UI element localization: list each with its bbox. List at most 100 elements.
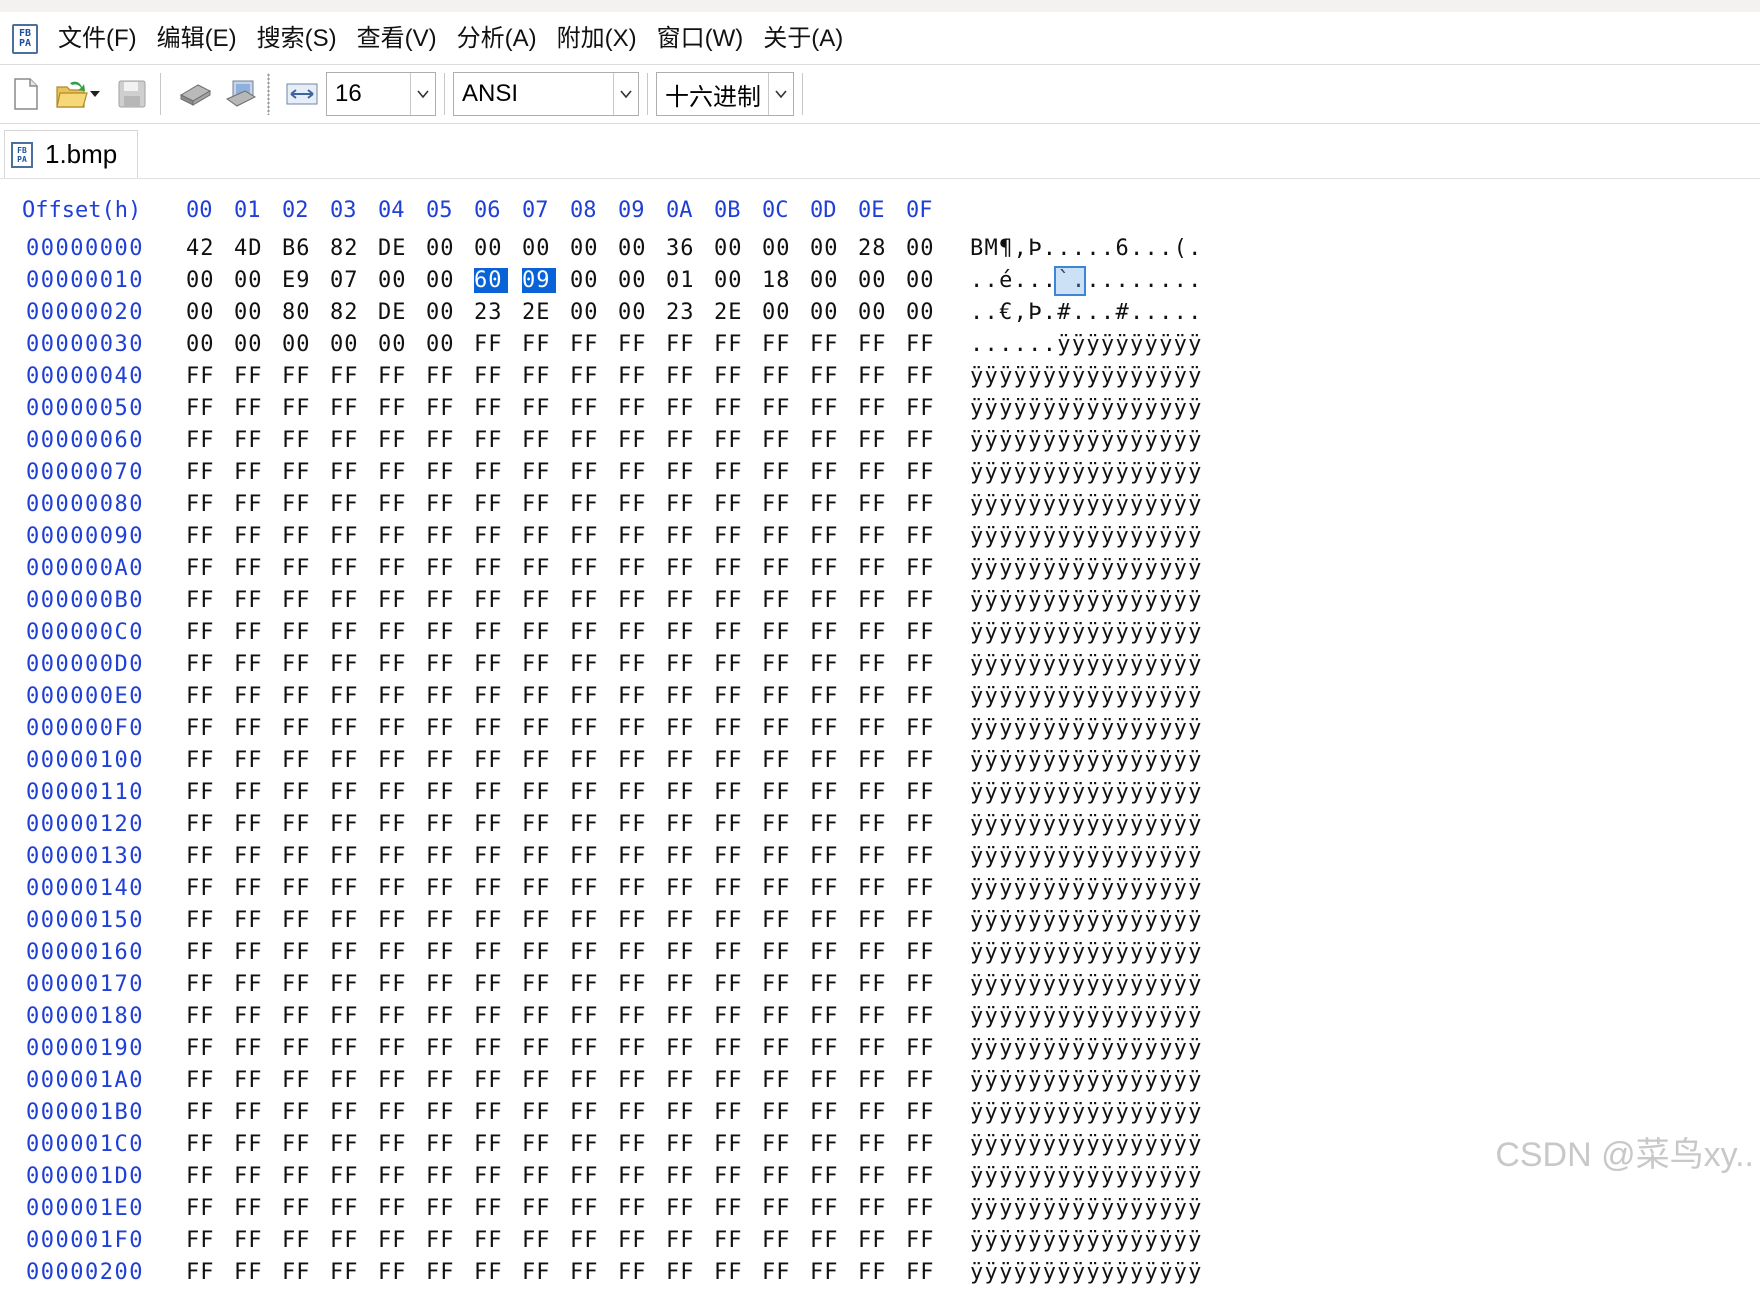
hex-byte[interactable]: FF xyxy=(378,556,412,581)
hex-byte[interactable]: FF xyxy=(570,748,604,773)
hex-byte[interactable]: FF xyxy=(858,620,892,645)
hex-byte[interactable]: FF xyxy=(762,556,796,581)
hex-byte[interactable]: FF xyxy=(234,812,268,837)
hex-byte[interactable]: FF xyxy=(666,716,700,741)
hex-byte[interactable]: FF xyxy=(282,396,316,421)
hex-byte[interactable]: 00 xyxy=(234,268,268,293)
hex-byte[interactable]: FF xyxy=(906,780,940,805)
hex-byte[interactable]: FF xyxy=(714,876,748,901)
hex-byte[interactable]: FF xyxy=(474,876,508,901)
hex-byte[interactable]: FF xyxy=(810,1004,844,1029)
hex-byte[interactable]: FF xyxy=(666,844,700,869)
hex-byte[interactable]: FF xyxy=(282,684,316,709)
hex-byte[interactable]: FF xyxy=(522,1164,556,1189)
hex-byte[interactable]: FF xyxy=(186,748,220,773)
hex-byte[interactable]: FF xyxy=(234,428,268,453)
ascii-text[interactable]: ÿÿÿÿÿÿÿÿÿÿÿÿÿÿÿÿ xyxy=(970,1100,1203,1125)
hex-byte[interactable]: FF xyxy=(714,1036,748,1061)
hex-byte[interactable]: FF xyxy=(618,1228,652,1253)
hex-byte[interactable]: FF xyxy=(426,1164,460,1189)
hex-byte[interactable]: FF xyxy=(618,1004,652,1029)
hex-byte[interactable]: FF xyxy=(858,812,892,837)
hex-byte[interactable]: FF xyxy=(474,972,508,997)
menu-analysis[interactable]: 分析(A) xyxy=(447,19,547,59)
menu-window[interactable]: 窗口(W) xyxy=(647,19,754,59)
hex-byte[interactable]: FF xyxy=(762,972,796,997)
hex-byte[interactable]: FF xyxy=(714,1068,748,1093)
hex-byte[interactable]: FF xyxy=(618,940,652,965)
hex-byte[interactable]: FF xyxy=(378,1164,412,1189)
hex-byte[interactable]: FF xyxy=(378,908,412,933)
hex-byte[interactable]: FF xyxy=(234,940,268,965)
hex-byte[interactable]: FF xyxy=(378,780,412,805)
ascii-text[interactable]: ÿÿÿÿÿÿÿÿÿÿÿÿÿÿÿÿ xyxy=(970,652,1203,677)
hex-byte[interactable]: 00 xyxy=(858,268,892,293)
hex-byte[interactable]: FF xyxy=(714,332,748,357)
encoding-select[interactable]: ANSI xyxy=(453,72,639,116)
hex-byte[interactable]: FF xyxy=(426,780,460,805)
hex-byte[interactable]: FF xyxy=(666,1228,700,1253)
hex-byte[interactable]: FF xyxy=(330,1260,364,1285)
hex-byte[interactable]: FF xyxy=(282,972,316,997)
ascii-text[interactable]: ÿÿÿÿÿÿÿÿÿÿÿÿÿÿÿÿ xyxy=(970,460,1203,485)
hex-byte[interactable]: FF xyxy=(666,620,700,645)
hex-byte[interactable]: FF xyxy=(810,460,844,485)
hex-byte[interactable]: FF xyxy=(234,748,268,773)
hex-byte[interactable]: FF xyxy=(858,428,892,453)
hex-byte[interactable]: FF xyxy=(282,812,316,837)
hex-byte[interactable]: FF xyxy=(426,556,460,581)
hex-byte[interactable]: FF xyxy=(666,1004,700,1029)
hex-byte[interactable]: FF xyxy=(666,748,700,773)
hex-byte[interactable]: FF xyxy=(330,684,364,709)
hex-byte[interactable]: FF xyxy=(810,1100,844,1125)
hex-byte[interactable]: FF xyxy=(714,524,748,549)
hex-byte[interactable]: FF xyxy=(522,492,556,517)
hex-byte[interactable]: FF xyxy=(186,1068,220,1093)
hex-byte[interactable]: FF xyxy=(762,620,796,645)
hex-byte[interactable]: FF xyxy=(186,844,220,869)
hex-byte[interactable]: FF xyxy=(666,1260,700,1285)
hex-byte[interactable]: FF xyxy=(234,460,268,485)
hex-byte[interactable]: FF xyxy=(618,492,652,517)
hex-byte[interactable]: FF xyxy=(426,812,460,837)
hex-byte[interactable]: FF xyxy=(906,1036,940,1061)
hex-byte[interactable]: FF xyxy=(570,1036,604,1061)
hex-byte[interactable]: FF xyxy=(330,908,364,933)
hex-byte[interactable]: FF xyxy=(522,1196,556,1221)
hex-byte[interactable]: FF xyxy=(666,588,700,613)
hex-byte[interactable]: FF xyxy=(234,908,268,933)
hex-byte[interactable]: FF xyxy=(378,492,412,517)
hex-byte[interactable]: FF xyxy=(858,492,892,517)
hex-byte[interactable]: FF xyxy=(234,1196,268,1221)
hex-byte[interactable]: FF xyxy=(906,556,940,581)
hex-byte[interactable]: FF xyxy=(906,652,940,677)
hex-byte[interactable]: FF xyxy=(426,1260,460,1285)
hex-byte[interactable]: FF xyxy=(234,1164,268,1189)
menu-edit[interactable]: 编辑(E) xyxy=(147,19,247,59)
hex-byte[interactable]: 00 xyxy=(714,268,748,293)
ascii-text[interactable]: ÿÿÿÿÿÿÿÿÿÿÿÿÿÿÿÿ xyxy=(970,812,1203,837)
hex-byte[interactable]: FF xyxy=(906,716,940,741)
hex-byte[interactable]: FF xyxy=(714,1164,748,1189)
ascii-text[interactable]: ÿÿÿÿÿÿÿÿÿÿÿÿÿÿÿÿ xyxy=(970,1228,1203,1253)
hex-byte[interactable]: FF xyxy=(234,1036,268,1061)
hex-byte[interactable]: FF xyxy=(522,460,556,485)
hex-byte[interactable]: FF xyxy=(186,364,220,389)
hex-byte[interactable]: FF xyxy=(810,1036,844,1061)
hex-byte[interactable]: FF xyxy=(666,1164,700,1189)
hex-byte[interactable]: FF xyxy=(858,588,892,613)
hex-byte[interactable]: FF xyxy=(570,1164,604,1189)
hex-byte[interactable]: 00 xyxy=(906,236,940,261)
hex-byte[interactable]: FF xyxy=(186,588,220,613)
hex-byte[interactable]: FF xyxy=(234,588,268,613)
hex-byte[interactable]: FF xyxy=(234,620,268,645)
hex-byte[interactable]: FF xyxy=(810,588,844,613)
hex-byte[interactable]: FF xyxy=(330,1036,364,1061)
hex-byte[interactable]: FF xyxy=(666,1068,700,1093)
hex-byte[interactable]: FF xyxy=(810,620,844,645)
hex-byte[interactable]: FF xyxy=(714,748,748,773)
hex-byte[interactable]: FF xyxy=(330,588,364,613)
hex-byte[interactable]: FF xyxy=(330,748,364,773)
hex-byte[interactable]: FF xyxy=(282,908,316,933)
hex-byte[interactable]: FF xyxy=(282,1228,316,1253)
